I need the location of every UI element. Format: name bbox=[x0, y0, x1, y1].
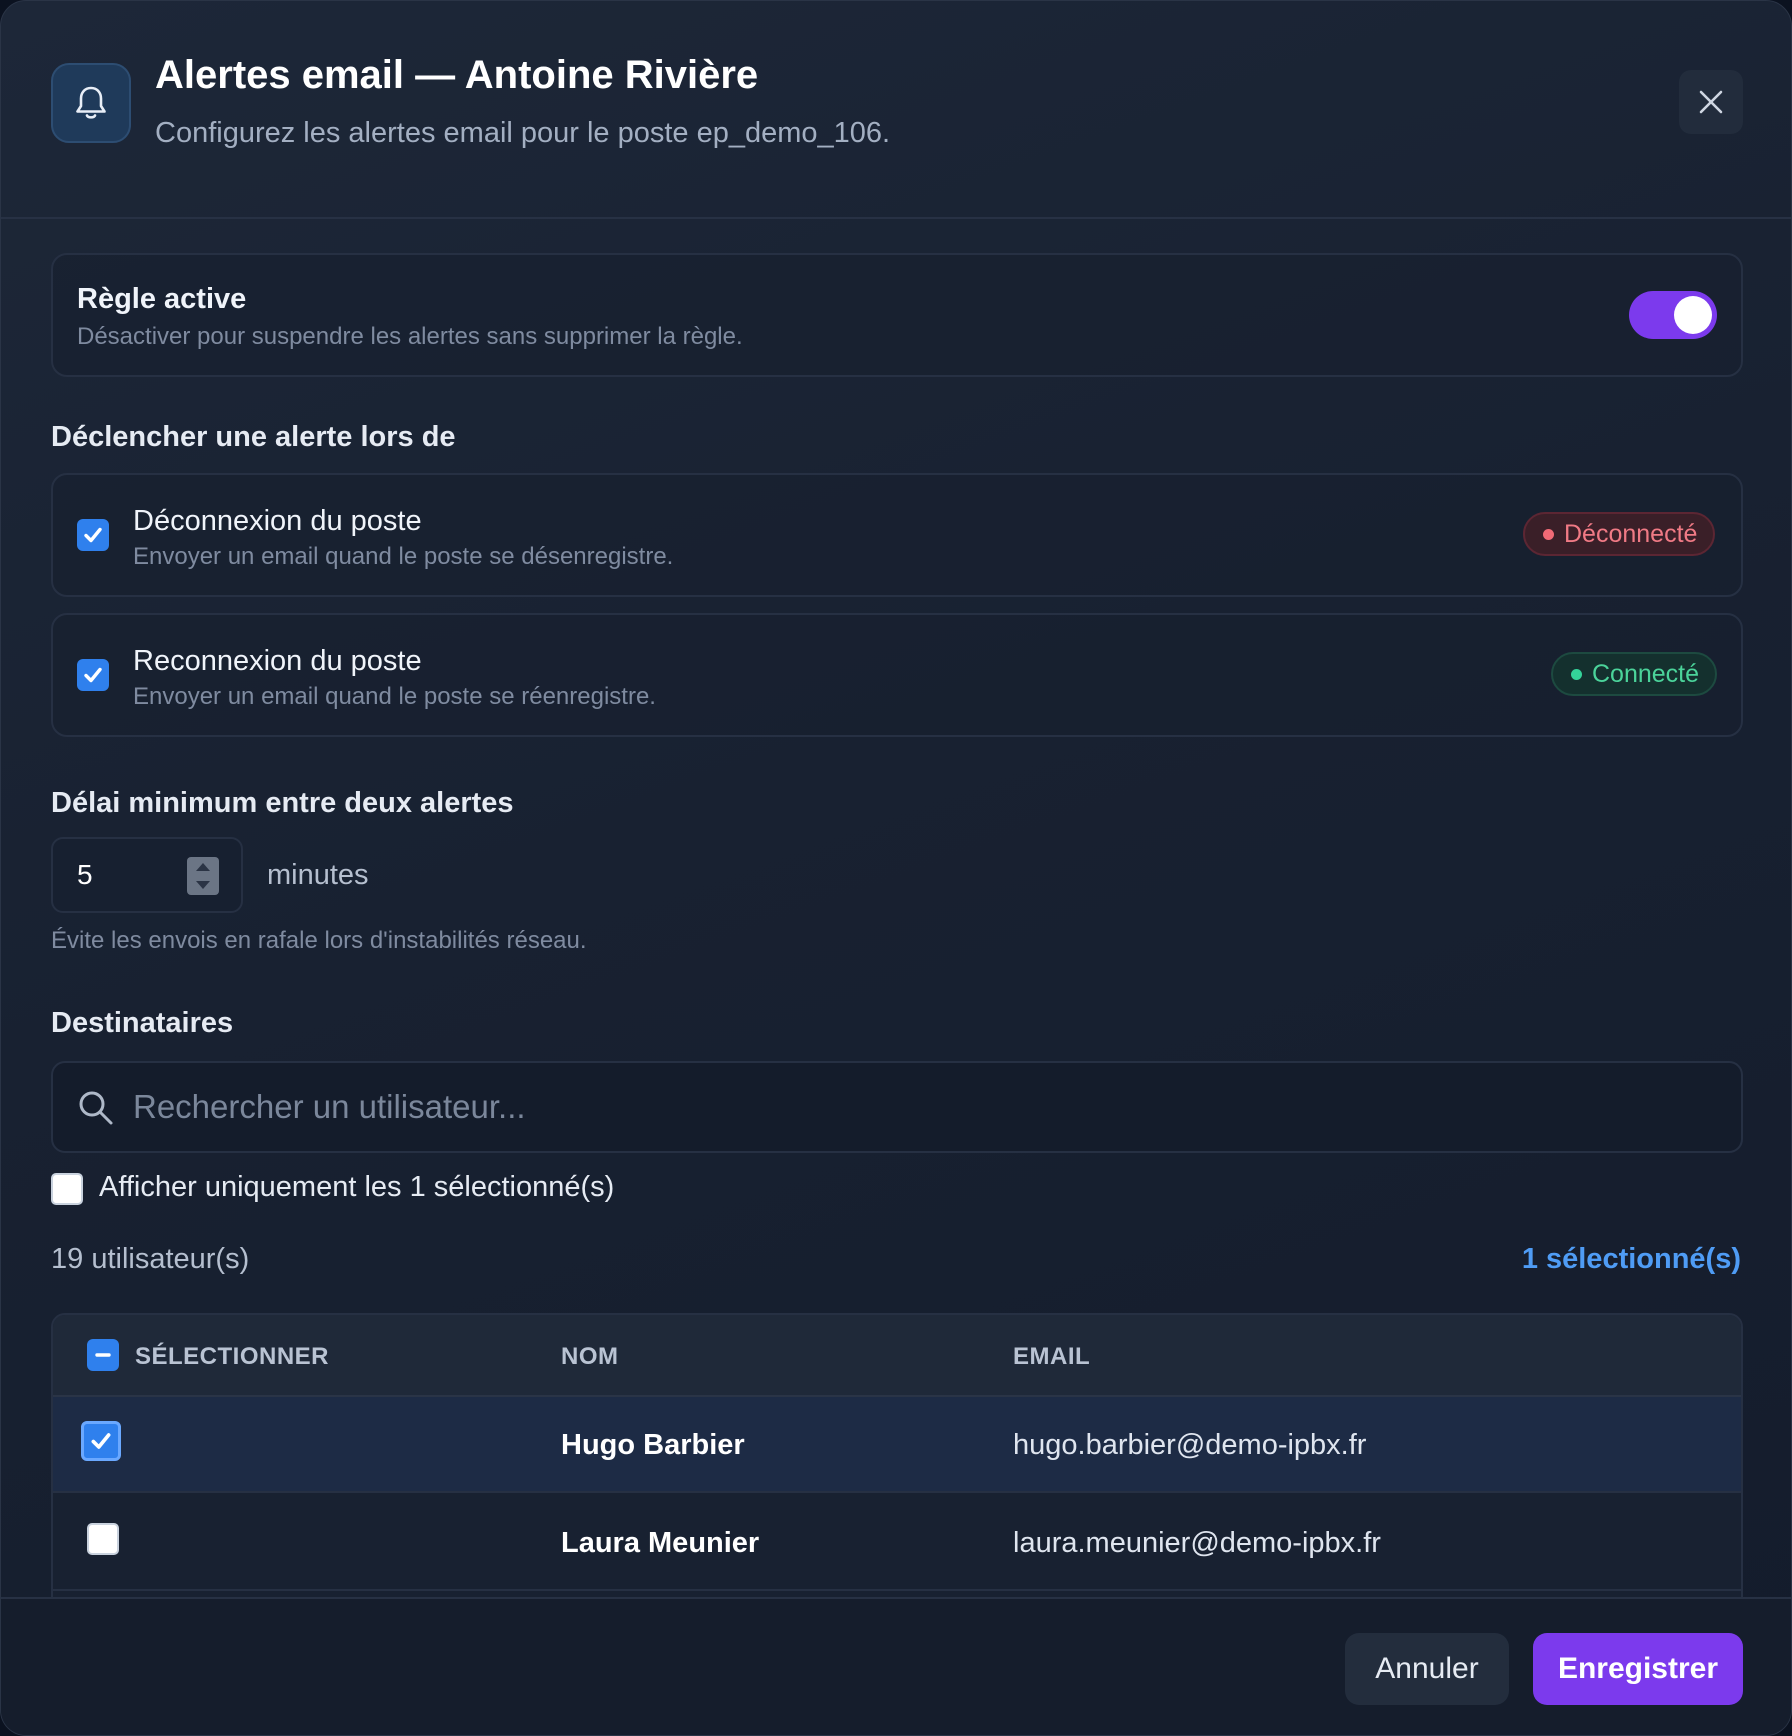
active-rule-toggle[interactable] bbox=[1629, 291, 1717, 339]
active-rule-description: Désactiver pour suspendre les alertes sa… bbox=[77, 323, 743, 350]
column-header-email[interactable]: EMAIL bbox=[1013, 1343, 1090, 1371]
column-header-name[interactable]: NOM bbox=[561, 1343, 619, 1371]
recipients-label: Destinataires bbox=[51, 1007, 234, 1039]
row-select-checkbox[interactable] bbox=[87, 1523, 119, 1555]
number-stepper[interactable] bbox=[187, 857, 219, 895]
show-selected-only-checkbox[interactable] bbox=[51, 1173, 83, 1205]
status-badge-connected: Connecté bbox=[1551, 652, 1718, 696]
user-email: laura.meunier@demo-ipbx.fr bbox=[1013, 1527, 1381, 1559]
trigger-reconnect-card[interactable]: Reconnexion du poste Envoyer un email qu… bbox=[51, 613, 1743, 737]
search-placeholder: Rechercher un utilisateur... bbox=[133, 1088, 526, 1125]
delay-hint: Évite les envois en rafale lors d'instab… bbox=[51, 927, 587, 954]
trigger-title: Déconnexion du poste bbox=[133, 505, 422, 537]
status-badge-label: Connecté bbox=[1592, 659, 1700, 688]
select-all-checkbox[interactable] bbox=[87, 1339, 119, 1371]
delay-label: Délai minimum entre deux alertes bbox=[51, 787, 514, 819]
users-table: SÉLECTIONNER NOM EMAIL Hugo Barbier hugo… bbox=[51, 1313, 1743, 1603]
delay-unit: minutes bbox=[267, 859, 369, 891]
dialog-title: Alertes email — Antoine Rivière bbox=[155, 53, 759, 97]
user-count: 19 utilisateur(s) bbox=[51, 1243, 250, 1275]
trigger-title: Reconnexion du poste bbox=[133, 645, 422, 677]
bell-icon bbox=[51, 63, 131, 143]
user-name: Laura Meunier bbox=[561, 1527, 760, 1559]
selected-count-link[interactable]: 1 sélectionné(s) bbox=[1522, 1243, 1741, 1276]
delay-value: 5 bbox=[77, 859, 93, 890]
user-email: hugo.barbier@demo-ipbx.fr bbox=[1013, 1429, 1367, 1461]
active-rule-title: Règle active bbox=[77, 283, 247, 315]
trigger-description: Envoyer un email quand le poste se désen… bbox=[133, 543, 674, 570]
email-alerts-dialog: Alertes email — Antoine Rivière Configur… bbox=[0, 0, 1792, 1736]
show-selected-only-label[interactable]: Afficher uniquement les 1 sélectionné(s) bbox=[99, 1171, 614, 1204]
close-icon bbox=[1699, 90, 1723, 114]
user-name: Hugo Barbier bbox=[561, 1429, 745, 1461]
minus-icon bbox=[95, 1353, 111, 1357]
trigger-disconnect-card[interactable]: Déconnexion du poste Envoyer un email qu… bbox=[51, 473, 1743, 597]
toggle-knob bbox=[1674, 296, 1712, 334]
close-button[interactable] bbox=[1679, 70, 1743, 134]
table-row[interactable]: Hugo Barbier hugo.barbier@demo-ipbx.fr bbox=[53, 1397, 1741, 1493]
row-select-checkbox[interactable] bbox=[81, 1421, 121, 1461]
status-badge-label: Déconnecté bbox=[1564, 519, 1698, 548]
delay-number-input[interactable]: 5 bbox=[51, 837, 243, 913]
dialog-footer: Annuler Enregistrer bbox=[1, 1597, 1791, 1735]
check-icon bbox=[84, 527, 102, 543]
active-rule-card: Règle active Désactiver pour suspendre l… bbox=[51, 253, 1743, 377]
stepper-arrows-icon bbox=[196, 863, 210, 889]
save-button[interactable]: Enregistrer bbox=[1533, 1633, 1743, 1705]
dialog-subtitle: Configurez les alertes email pour le pos… bbox=[155, 117, 891, 149]
table-row[interactable]: Laura Meunier laura.meunier@demo-ipbx.fr bbox=[53, 1495, 1741, 1591]
trigger-description: Envoyer un email quand le poste se réenr… bbox=[133, 683, 656, 710]
search-icon bbox=[79, 1091, 113, 1125]
user-search-input[interactable]: Rechercher un utilisateur... bbox=[51, 1061, 1743, 1153]
column-header-select[interactable]: SÉLECTIONNER bbox=[135, 1343, 329, 1371]
status-badge-disconnected: Déconnecté bbox=[1523, 512, 1716, 556]
triggers-label: Déclencher une alerte lors de bbox=[51, 421, 456, 453]
trigger-disconnect-checkbox[interactable] bbox=[77, 519, 109, 551]
table-header: SÉLECTIONNER NOM EMAIL bbox=[53, 1315, 1741, 1397]
trigger-reconnect-checkbox[interactable] bbox=[77, 659, 109, 691]
status-dot-icon bbox=[1543, 528, 1554, 540]
cancel-button[interactable]: Annuler bbox=[1345, 1633, 1509, 1705]
status-dot-icon bbox=[1571, 668, 1582, 680]
check-icon bbox=[84, 667, 102, 683]
check-icon bbox=[91, 1433, 111, 1449]
dialog-header: Alertes email — Antoine Rivière Configur… bbox=[1, 1, 1791, 219]
